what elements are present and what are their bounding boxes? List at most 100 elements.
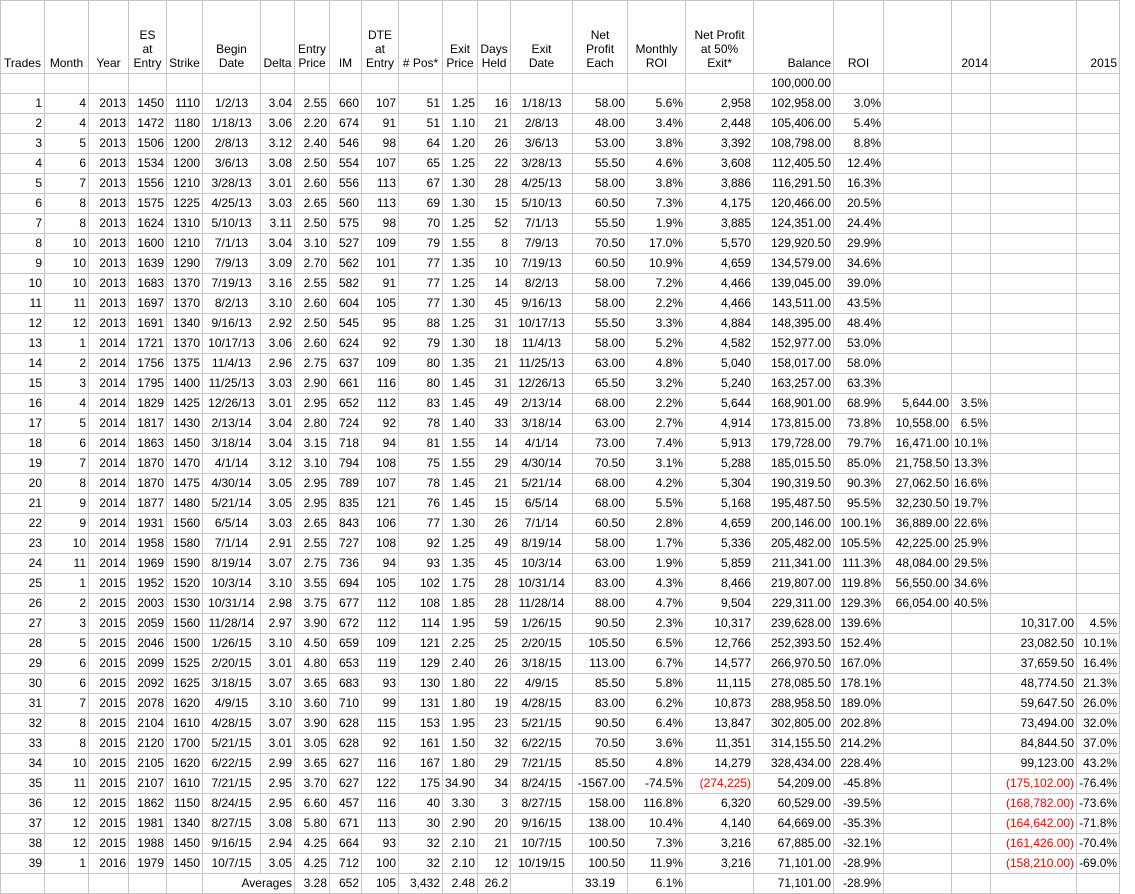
- cell-roi[interactable]: -35.3%: [833, 813, 885, 834]
- cell-balance[interactable]: 266,970.50: [753, 653, 835, 674]
- empty-cell[interactable]: [883, 873, 953, 894]
- cell-roi[interactable]: 3.0%: [833, 93, 885, 114]
- cell-begin-date[interactable]: 7/19/13: [202, 273, 261, 294]
- cell-entry-price[interactable]: 3.55: [294, 573, 330, 594]
- averages-monthly-roi[interactable]: 6.1%: [627, 873, 687, 894]
- cell-num-positions[interactable]: 81: [398, 433, 443, 454]
- cell-blank[interactable]: [883, 233, 953, 254]
- cell-exit-date[interactable]: 11/25/13: [510, 353, 574, 374]
- cell-dte-at-entry[interactable]: 108: [361, 453, 399, 474]
- cell-begin-date[interactable]: 5/21/14: [202, 493, 261, 514]
- cell-delta[interactable]: 2.91: [260, 533, 295, 554]
- cell-year-2014[interactable]: [951, 193, 992, 214]
- cell-month[interactable]: 6: [44, 673, 89, 694]
- cell-exit-date[interactable]: 3/6/13: [510, 133, 574, 154]
- cell-exit-price[interactable]: 2.90: [441, 813, 479, 834]
- cell-net-profit-50pct-exit[interactable]: 4,914: [685, 413, 755, 434]
- empty-cell[interactable]: [627, 73, 687, 94]
- averages-days-held[interactable]: 26.2: [477, 873, 512, 894]
- cell-entry-price[interactable]: 3.90: [294, 713, 330, 734]
- cell-exit-price[interactable]: 1.80: [441, 753, 479, 774]
- cell-delta[interactable]: 2.94: [260, 833, 295, 854]
- cell-dte-at-entry[interactable]: 94: [361, 553, 399, 574]
- cell-num-positions[interactable]: 77: [398, 273, 443, 294]
- column-header-net-profit-each[interactable]: Net Profit Each: [572, 0, 629, 74]
- cell-dte-at-entry[interactable]: 92: [361, 413, 399, 434]
- cell-begin-date[interactable]: 7/1/14: [202, 533, 261, 554]
- cell-net-profit-50pct-exit[interactable]: 3,216: [685, 833, 755, 854]
- cell-blank-2[interactable]: 10,317.00: [990, 613, 1078, 634]
- cell-dte-at-entry[interactable]: 100: [361, 853, 399, 874]
- column-header-es-at-entry[interactable]: ES at Entry: [128, 0, 167, 74]
- cell-monthly-roi[interactable]: 10.4%: [627, 813, 687, 834]
- cell-num-positions[interactable]: 93: [398, 553, 443, 574]
- cell-monthly-roi[interactable]: 3.8%: [627, 133, 687, 154]
- cell-delta[interactable]: 3.10: [260, 693, 295, 714]
- cell-month[interactable]: 1: [44, 333, 89, 354]
- cell-entry-price[interactable]: 3.65: [294, 673, 330, 694]
- cell-monthly-roi[interactable]: 2.3%: [627, 613, 687, 634]
- cell-es-at-entry[interactable]: 1506: [128, 133, 167, 154]
- cell-net-profit-each[interactable]: 100.50: [572, 853, 629, 874]
- cell-days-held[interactable]: 15: [477, 493, 512, 514]
- cell-entry-price[interactable]: 5.80: [294, 813, 330, 834]
- cell-net-profit-each[interactable]: 68.00: [572, 393, 629, 414]
- cell-days-held[interactable]: 28: [477, 573, 512, 594]
- cell-begin-date[interactable]: 4/28/15: [202, 713, 261, 734]
- cell-es-at-entry[interactable]: 2099: [128, 653, 167, 674]
- cell-year[interactable]: 2013: [88, 173, 129, 194]
- cell-dte-at-entry[interactable]: 107: [361, 93, 399, 114]
- cell-begin-date[interactable]: 1/18/13: [202, 113, 261, 134]
- cell-es-at-entry[interactable]: 2120: [128, 733, 167, 754]
- cell-year-2015[interactable]: -73.6%: [1076, 793, 1121, 814]
- cell-entry-price[interactable]: 2.90: [294, 373, 330, 394]
- cell-strike[interactable]: 1375: [166, 353, 203, 374]
- cell-net-profit-50pct-exit[interactable]: 4,659: [685, 513, 755, 534]
- cell-year-2015[interactable]: [1076, 413, 1121, 434]
- cell-month[interactable]: 10: [44, 253, 89, 274]
- cell-dte-at-entry[interactable]: 116: [361, 793, 399, 814]
- cell-num-positions[interactable]: 92: [398, 533, 443, 554]
- empty-cell[interactable]: [128, 73, 167, 94]
- cell-blank[interactable]: 48,084.00: [883, 553, 953, 574]
- cell-blank[interactable]: [883, 853, 953, 874]
- cell-roi[interactable]: 167.0%: [833, 653, 885, 674]
- cell-num-positions[interactable]: 161: [398, 733, 443, 754]
- cell-exit-date[interactable]: 11/28/14: [510, 593, 574, 614]
- cell-month[interactable]: 12: [44, 313, 89, 334]
- column-header-num-positions[interactable]: # Pos*: [398, 0, 443, 74]
- cell-monthly-roi[interactable]: 2.7%: [627, 413, 687, 434]
- cell-es-at-entry[interactable]: 1600: [128, 233, 167, 254]
- cell-num-positions[interactable]: 75: [398, 453, 443, 474]
- cell-roi[interactable]: -39.5%: [833, 793, 885, 814]
- cell-es-at-entry[interactable]: 1958: [128, 533, 167, 554]
- cell-exit-date[interactable]: 7/1/13: [510, 213, 574, 234]
- cell-year-2015[interactable]: [1076, 553, 1121, 574]
- averages-balance[interactable]: 71,101.00: [753, 873, 835, 894]
- cell-monthly-roi[interactable]: 6.4%: [627, 713, 687, 734]
- cell-im[interactable]: 835: [329, 493, 362, 514]
- cell-monthly-roi[interactable]: 2.8%: [627, 513, 687, 534]
- cell-balance[interactable]: 328,434.00: [753, 753, 835, 774]
- cell-blank-2[interactable]: [990, 113, 1078, 134]
- cell-blank-2[interactable]: [990, 213, 1078, 234]
- cell-trades[interactable]: 18: [0, 433, 45, 454]
- cell-month[interactable]: 11: [44, 773, 89, 794]
- cell-trades[interactable]: 26: [0, 593, 45, 614]
- cell-trades[interactable]: 35: [0, 773, 45, 794]
- cell-blank[interactable]: [883, 373, 953, 394]
- cell-monthly-roi[interactable]: 7.2%: [627, 273, 687, 294]
- cell-days-held[interactable]: 3: [477, 793, 512, 814]
- cell-exit-price[interactable]: 1.35: [441, 553, 479, 574]
- cell-year-2014[interactable]: [951, 113, 992, 134]
- cell-year-2014[interactable]: [951, 773, 992, 794]
- cell-delta[interactable]: 3.10: [260, 293, 295, 314]
- cell-im[interactable]: 546: [329, 133, 362, 154]
- cell-delta[interactable]: 3.10: [260, 633, 295, 654]
- cell-monthly-roi[interactable]: 6.7%: [627, 653, 687, 674]
- cell-days-held[interactable]: 34: [477, 773, 512, 794]
- cell-balance[interactable]: 64,669.00: [753, 813, 835, 834]
- cell-dte-at-entry[interactable]: 106: [361, 513, 399, 534]
- cell-net-profit-each[interactable]: 83.00: [572, 693, 629, 714]
- cell-net-profit-each[interactable]: 70.50: [572, 453, 629, 474]
